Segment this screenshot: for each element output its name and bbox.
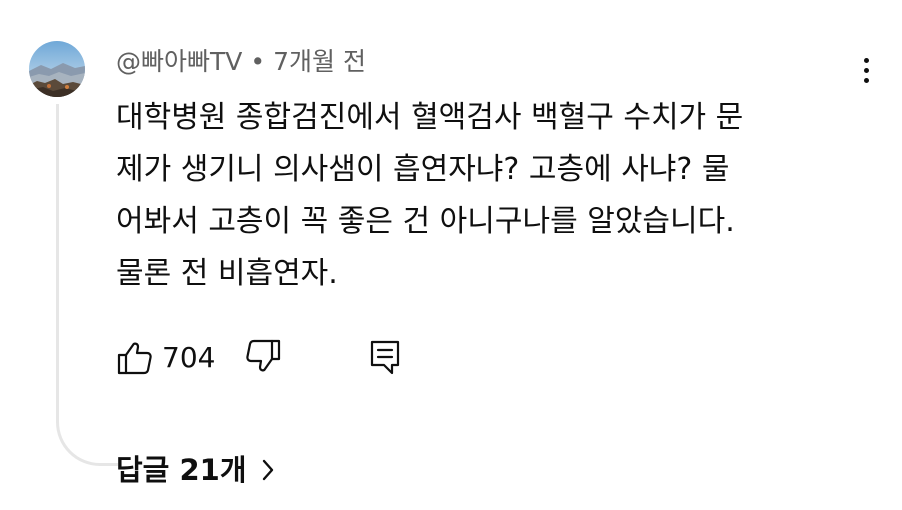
comment-meta: @빠아빠TV • 7개월 전 — [116, 46, 366, 78]
comment-line: 대학병원 종합검진에서 혈액검사 백혈구 수치가 문 — [116, 100, 744, 135]
comment-text: 대학병원 종합검진에서 혈액검사 백혈구 수치가 문 제가 생기니 의사샘이 흡… — [116, 92, 856, 300]
thumb-down-icon — [246, 339, 281, 372]
like-count: 704 — [162, 341, 216, 374]
meta-separator: • — [250, 47, 266, 76]
dislike-button[interactable] — [244, 338, 282, 376]
thumb-up-icon — [117, 342, 152, 375]
like-button[interactable] — [116, 338, 154, 376]
avatar[interactable] — [29, 41, 85, 97]
comment-line: 어봐서 고층이 꼭 좋은 건 아니구나를 알았습니다. — [116, 204, 735, 239]
comment-line: 제가 생기니 의사샘이 흡연자냐? 고층에 사냐? 물 — [116, 152, 730, 187]
more-vert-icon — [863, 57, 869, 63]
more-options-button[interactable] — [850, 52, 882, 88]
reply-button[interactable] — [368, 338, 402, 376]
comment-line: 물론 전 비흡연자. — [116, 256, 338, 291]
chevron-right-icon — [261, 458, 275, 482]
replies-label: 답글 21개 — [116, 453, 247, 487]
replies-toggle[interactable]: 답글 21개 — [116, 448, 275, 492]
author-name[interactable]: @빠아빠TV — [116, 47, 242, 76]
reply-comment-icon — [370, 340, 400, 375]
thread-line — [56, 104, 118, 466]
mountain-landscape-avatar-icon — [29, 41, 85, 97]
comment-time[interactable]: 7개월 전 — [273, 47, 366, 76]
